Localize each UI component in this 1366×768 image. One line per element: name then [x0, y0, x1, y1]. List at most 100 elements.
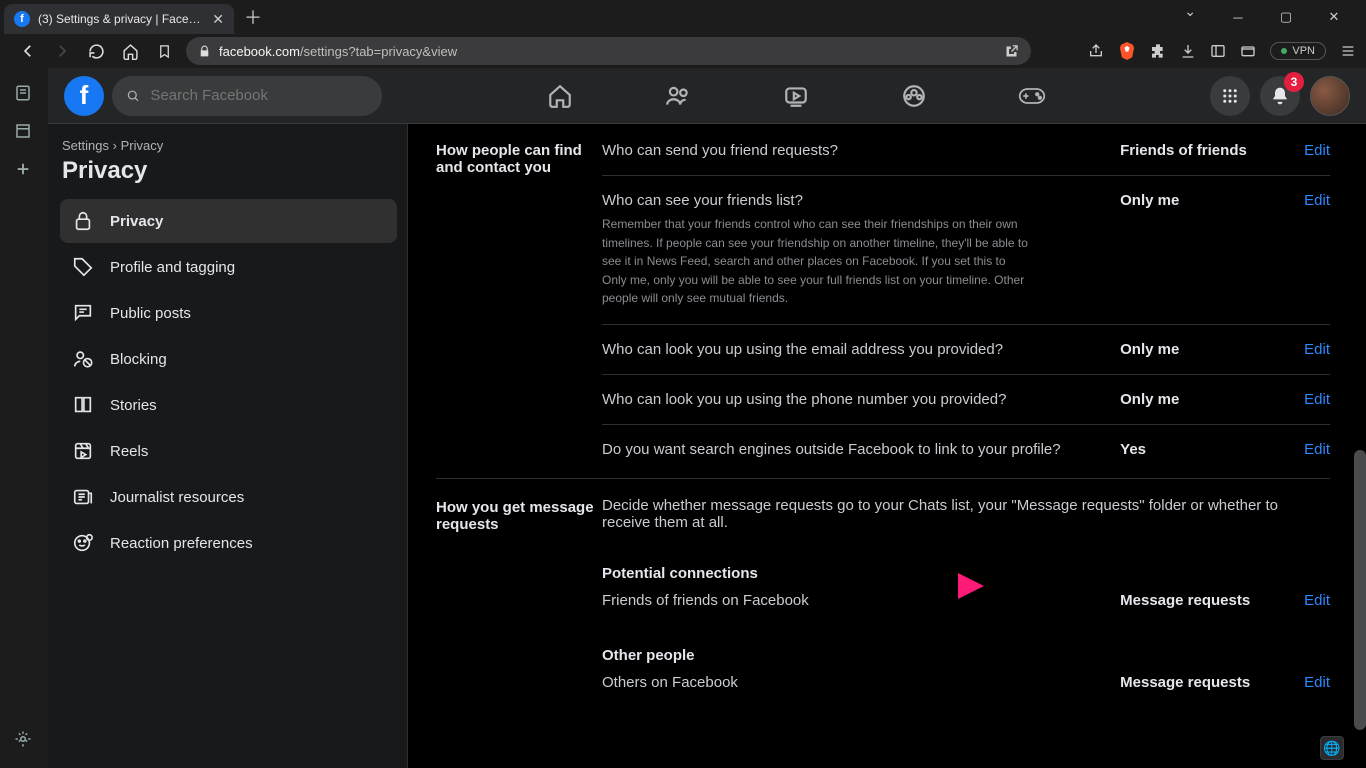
reload-button[interactable] — [84, 39, 108, 63]
setting-row: Who can send you friend requests? Friend… — [602, 140, 1330, 175]
nav-gaming-icon[interactable] — [1002, 72, 1062, 120]
setting-question: Do you want search engines outside Faceb… — [602, 441, 1106, 458]
language-globe-icon[interactable]: 🌐 — [1320, 736, 1344, 760]
setting-value: Friends of friends — [1120, 142, 1290, 159]
setting-value: Message requests — [1120, 592, 1290, 609]
setting-question: Who can look you up using the email addr… — [602, 341, 1106, 358]
setting-question: Others on Facebook — [602, 674, 1106, 691]
edit-link[interactable]: Edit — [1304, 592, 1330, 609]
sidebar-item-label: Public posts — [110, 305, 191, 322]
edit-link[interactable]: Edit — [1304, 391, 1330, 408]
reading-list-icon[interactable] — [14, 84, 34, 104]
lock-icon — [198, 45, 211, 58]
nav-friends-icon[interactable] — [648, 72, 708, 120]
search-input[interactable] — [112, 76, 382, 116]
sidebar-item-label: Blocking — [110, 351, 167, 368]
settings-content: How people can find and contact you Who … — [408, 124, 1366, 768]
bookmarks-icon[interactable] — [14, 122, 34, 142]
settings-icon[interactable] — [14, 730, 34, 750]
back-button[interactable] — [16, 39, 40, 63]
setting-value: Message requests — [1120, 674, 1290, 691]
edit-link[interactable]: Edit — [1304, 341, 1330, 358]
sidebar-item-label: Stories — [110, 397, 157, 414]
sidebar-item-profile-tagging[interactable]: Profile and tagging — [60, 245, 397, 289]
new-tab-button[interactable]: ＋ — [234, 4, 272, 30]
setting-row: Do you want search engines outside Faceb… — [602, 424, 1330, 474]
scrollbar-thumb[interactable] — [1354, 450, 1366, 730]
sidebar-item-privacy[interactable]: Privacy — [60, 199, 397, 243]
sidebar-item-stories[interactable]: Stories — [60, 383, 397, 427]
subsection-potential-connections: Potential connections — [602, 547, 1330, 588]
brave-shields-icon[interactable] — [1118, 42, 1136, 60]
share-icon[interactable] — [1088, 43, 1104, 59]
sidebar-item-public-posts[interactable]: Public posts — [60, 291, 397, 335]
menu-grid-button[interactable] — [1210, 76, 1250, 116]
maximize-button[interactable]: ▢ — [1266, 3, 1306, 31]
wallet-icon[interactable] — [1240, 43, 1256, 59]
open-external-icon[interactable] — [1004, 44, 1019, 59]
section-title-find-contact: How people can find and contact you — [436, 140, 602, 474]
menu-icon[interactable] — [1340, 43, 1356, 59]
section-title-message-requests: How you get message requests — [436, 497, 602, 707]
tab-title: (3) Settings & privacy | Facebook — [38, 12, 204, 26]
add-panel-icon[interactable] — [14, 160, 34, 180]
forward-button[interactable] — [50, 39, 74, 63]
sidebar-item-label: Privacy — [110, 213, 163, 230]
sidebar-item-label: Reaction preferences — [110, 535, 253, 552]
facebook-favicon: f — [14, 11, 30, 27]
setting-question: Friends of friends on Facebook — [602, 592, 1106, 609]
home-button[interactable] — [118, 39, 142, 63]
chat-icon — [70, 302, 96, 324]
breadcrumb-leaf: Privacy — [121, 138, 164, 153]
tabs-dropdown-icon[interactable]: ⌄ — [1184, 3, 1196, 31]
nav-watch-icon[interactable] — [766, 72, 826, 120]
emoji-icon — [70, 532, 96, 554]
edit-link[interactable]: Edit — [1304, 192, 1330, 209]
browser-side-panel — [0, 68, 48, 768]
search-field[interactable] — [150, 87, 368, 104]
notification-badge: 3 — [1284, 72, 1304, 92]
account-avatar[interactable] — [1310, 76, 1350, 116]
breadcrumb: Settings › Privacy — [60, 138, 397, 153]
url-text: facebook.com/settings?tab=privacy&view — [219, 44, 457, 59]
edit-link[interactable]: Edit — [1304, 441, 1330, 458]
setting-value: Yes — [1120, 441, 1290, 458]
sidebar-item-reels[interactable]: Reels — [60, 429, 397, 473]
setting-question: Who can look you up using the phone numb… — [602, 391, 1106, 408]
sidebar-item-blocking[interactable]: Blocking — [60, 337, 397, 381]
browser-toolbar: facebook.com/settings?tab=privacy&view V… — [0, 34, 1366, 68]
top-nav — [390, 72, 1202, 120]
sidebar-item-journalist[interactable]: Journalist resources — [60, 475, 397, 519]
vpn-pill[interactable]: VPN — [1270, 42, 1326, 60]
nav-groups-icon[interactable] — [884, 72, 944, 120]
downloads-icon[interactable] — [1180, 43, 1196, 59]
address-bar[interactable]: facebook.com/settings?tab=privacy&view — [186, 37, 1031, 65]
section-intro-row: Decide whether message requests go to yo… — [602, 497, 1330, 547]
browser-tab[interactable]: f (3) Settings & privacy | Facebook ✕ — [4, 4, 234, 34]
edit-link[interactable]: Edit — [1304, 142, 1330, 159]
nav-home-icon[interactable] — [530, 72, 590, 120]
sidebar-item-reactions[interactable]: Reaction preferences — [60, 521, 397, 565]
sidebar-toggle-icon[interactable] — [1210, 43, 1226, 59]
sidebar-item-label: Journalist resources — [110, 489, 244, 506]
edit-link[interactable]: Edit — [1304, 674, 1330, 691]
lock-icon — [70, 210, 96, 232]
setting-value: Only me — [1120, 391, 1290, 408]
setting-row: Who can see your friends list? Remember … — [602, 175, 1330, 324]
block-icon — [70, 348, 96, 370]
close-window-button[interactable]: ✕ — [1314, 3, 1354, 31]
reels-icon — [70, 440, 96, 462]
sidebar-item-label: Profile and tagging — [110, 259, 235, 276]
facebook-logo[interactable]: f — [64, 76, 104, 116]
bookmark-button[interactable] — [152, 39, 176, 63]
setting-row: Others on Facebook Message requests Edit — [602, 670, 1330, 707]
breadcrumb-root[interactable]: Settings — [62, 138, 109, 153]
setting-value: Only me — [1120, 192, 1290, 209]
setting-row: Friends of friends on Facebook Message r… — [602, 588, 1330, 625]
close-icon[interactable]: ✕ — [212, 11, 224, 28]
news-icon — [70, 486, 96, 508]
notifications-button[interactable]: 3 — [1260, 76, 1300, 116]
minimize-button[interactable]: ─ — [1218, 3, 1258, 31]
browser-tab-strip: f (3) Settings & privacy | Facebook ✕ ＋ … — [0, 0, 1366, 34]
extensions-icon[interactable] — [1150, 43, 1166, 59]
